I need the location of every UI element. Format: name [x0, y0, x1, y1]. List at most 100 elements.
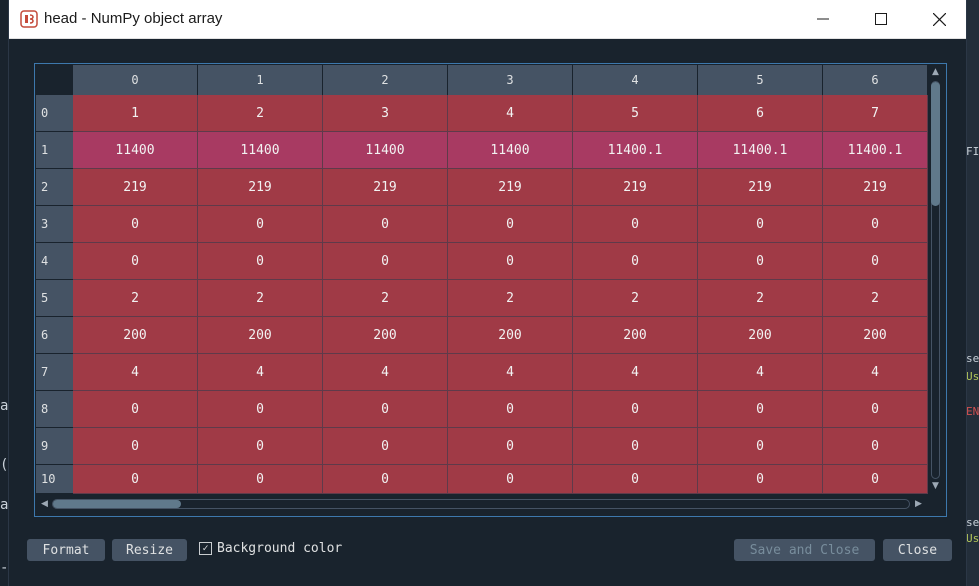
close-window-button[interactable] — [910, 0, 968, 38]
table-cell[interactable]: 2 — [823, 280, 928, 317]
table-cell[interactable]: 0 — [323, 391, 448, 428]
table-cell[interactable]: 200 — [73, 317, 198, 354]
row-header[interactable]: 0 — [36, 95, 73, 132]
row-header[interactable]: 4 — [36, 243, 73, 280]
table-cell[interactable]: 219 — [448, 169, 573, 206]
row-header[interactable]: 6 — [36, 317, 73, 354]
table-cell[interactable]: 0 — [198, 243, 323, 280]
table-cell[interactable]: 200 — [198, 317, 323, 354]
resize-button[interactable]: Resize — [112, 539, 187, 561]
horizontal-scroll-thumb[interactable] — [53, 500, 181, 508]
title-bar[interactable]: head - NumPy object array — [9, 0, 966, 39]
table-cell[interactable]: 0 — [823, 391, 928, 428]
table-cell[interactable]: 0 — [823, 206, 928, 243]
table-cell[interactable]: 219 — [198, 169, 323, 206]
table-cell[interactable]: 11400.1 — [698, 132, 823, 169]
table-cell[interactable]: 219 — [573, 169, 698, 206]
scroll-right-icon[interactable]: ▶ — [915, 500, 922, 509]
table-cell[interactable]: 0 — [573, 391, 698, 428]
column-header[interactable]: 3 — [448, 65, 573, 95]
table-cell[interactable]: 0 — [73, 243, 198, 280]
table-cell[interactable]: 5 — [573, 95, 698, 132]
table-cell[interactable]: 0 — [323, 428, 448, 465]
table-cell[interactable]: 0 — [198, 391, 323, 428]
table-cell[interactable]: 6 — [698, 95, 823, 132]
array-table[interactable]: 0123456 0 1 2 3 4 5 6 7 8 9 10 1 2 3 4 5 6 7 11400 11400 11… — [34, 63, 947, 517]
row-header[interactable]: 7 — [36, 354, 73, 391]
table-cell[interactable]: 219 — [73, 169, 198, 206]
table-cell[interactable]: 4 — [73, 354, 198, 391]
table-cell[interactable]: 0 — [698, 391, 823, 428]
column-header[interactable]: 4 — [573, 65, 698, 95]
table-cell[interactable]: 2 — [198, 95, 323, 132]
table-cell[interactable]: 4 — [698, 354, 823, 391]
table-cell[interactable]: 2 — [198, 280, 323, 317]
table-cell[interactable]: 0 — [823, 428, 928, 465]
save-and-close-button[interactable]: Save and Close — [734, 539, 875, 561]
background-color-checkbox[interactable]: ✓ Background color — [199, 541, 342, 556]
table-cell[interactable]: 0 — [323, 465, 448, 494]
row-header[interactable]: 9 — [36, 428, 73, 465]
table-cell[interactable]: 4 — [573, 354, 698, 391]
table-cell[interactable]: 200 — [448, 317, 573, 354]
table-cell[interactable]: 0 — [73, 391, 198, 428]
column-header[interactable]: 6 — [823, 65, 928, 95]
format-button[interactable]: Format — [27, 539, 105, 561]
maximize-button[interactable] — [852, 0, 910, 38]
table-cell[interactable]: 4 — [448, 354, 573, 391]
table-cell[interactable]: 11400.1 — [573, 132, 698, 169]
table-cell[interactable]: 219 — [698, 169, 823, 206]
table-cell[interactable]: 0 — [323, 206, 448, 243]
vertical-scroll-thumb[interactable] — [931, 82, 940, 206]
table-cell[interactable]: 11400 — [198, 132, 323, 169]
table-cell[interactable]: 4 — [823, 354, 928, 391]
table-cell[interactable]: 11400 — [73, 132, 198, 169]
table-cell[interactable]: 2 — [73, 280, 198, 317]
table-cell[interactable]: 0 — [573, 428, 698, 465]
row-header[interactable]: 3 — [36, 206, 73, 243]
table-cell[interactable]: 0 — [198, 206, 323, 243]
table-cell[interactable]: 2 — [448, 280, 573, 317]
table-cell[interactable]: 0 — [73, 206, 198, 243]
table-cell[interactable]: 2 — [323, 280, 448, 317]
table-cell[interactable]: 0 — [573, 206, 698, 243]
checkbox-check-icon[interactable]: ✓ — [199, 542, 212, 555]
table-cell[interactable]: 219 — [823, 169, 928, 206]
table-cell[interactable]: 0 — [698, 428, 823, 465]
table-cell[interactable]: 0 — [823, 465, 928, 494]
scroll-left-icon[interactable]: ◀ — [41, 500, 48, 509]
table-cell[interactable]: 0 — [823, 243, 928, 280]
table-cell[interactable]: 11400.1 — [823, 132, 928, 169]
table-cell[interactable]: 4 — [323, 354, 448, 391]
column-header[interactable]: 5 — [698, 65, 823, 95]
column-header[interactable]: 2 — [323, 65, 448, 95]
table-cell[interactable]: 4 — [448, 95, 573, 132]
table-cell[interactable]: 0 — [73, 428, 198, 465]
row-header[interactable]: 8 — [36, 391, 73, 428]
table-cell[interactable]: 0 — [448, 243, 573, 280]
table-cell[interactable]: 200 — [698, 317, 823, 354]
table-cell[interactable]: 4 — [198, 354, 323, 391]
scroll-up-icon[interactable]: ▲ — [932, 68, 939, 77]
table-cell[interactable]: 0 — [698, 465, 823, 494]
table-cell[interactable]: 0 — [198, 465, 323, 494]
table-cell[interactable]: 0 — [198, 428, 323, 465]
table-cell[interactable]: 0 — [323, 243, 448, 280]
table-cell[interactable]: 11400 — [323, 132, 448, 169]
table-cell[interactable]: 219 — [323, 169, 448, 206]
table-cell[interactable]: 200 — [823, 317, 928, 354]
table-cell[interactable]: 2 — [698, 280, 823, 317]
table-cell[interactable]: 0 — [448, 206, 573, 243]
row-header[interactable]: 1 — [36, 132, 73, 169]
row-header[interactable]: 10 — [36, 465, 73, 494]
table-cell[interactable]: 2 — [573, 280, 698, 317]
row-header[interactable]: 2 — [36, 169, 73, 206]
close-button[interactable]: Close — [883, 539, 952, 561]
column-header[interactable]: 0 — [73, 65, 198, 95]
row-header[interactable]: 5 — [36, 280, 73, 317]
table-cell[interactable]: 11400 — [448, 132, 573, 169]
table-cell[interactable]: 0 — [573, 243, 698, 280]
column-header[interactable]: 1 — [198, 65, 323, 95]
table-cell[interactable]: 3 — [323, 95, 448, 132]
table-cell[interactable]: 1 — [73, 95, 198, 132]
